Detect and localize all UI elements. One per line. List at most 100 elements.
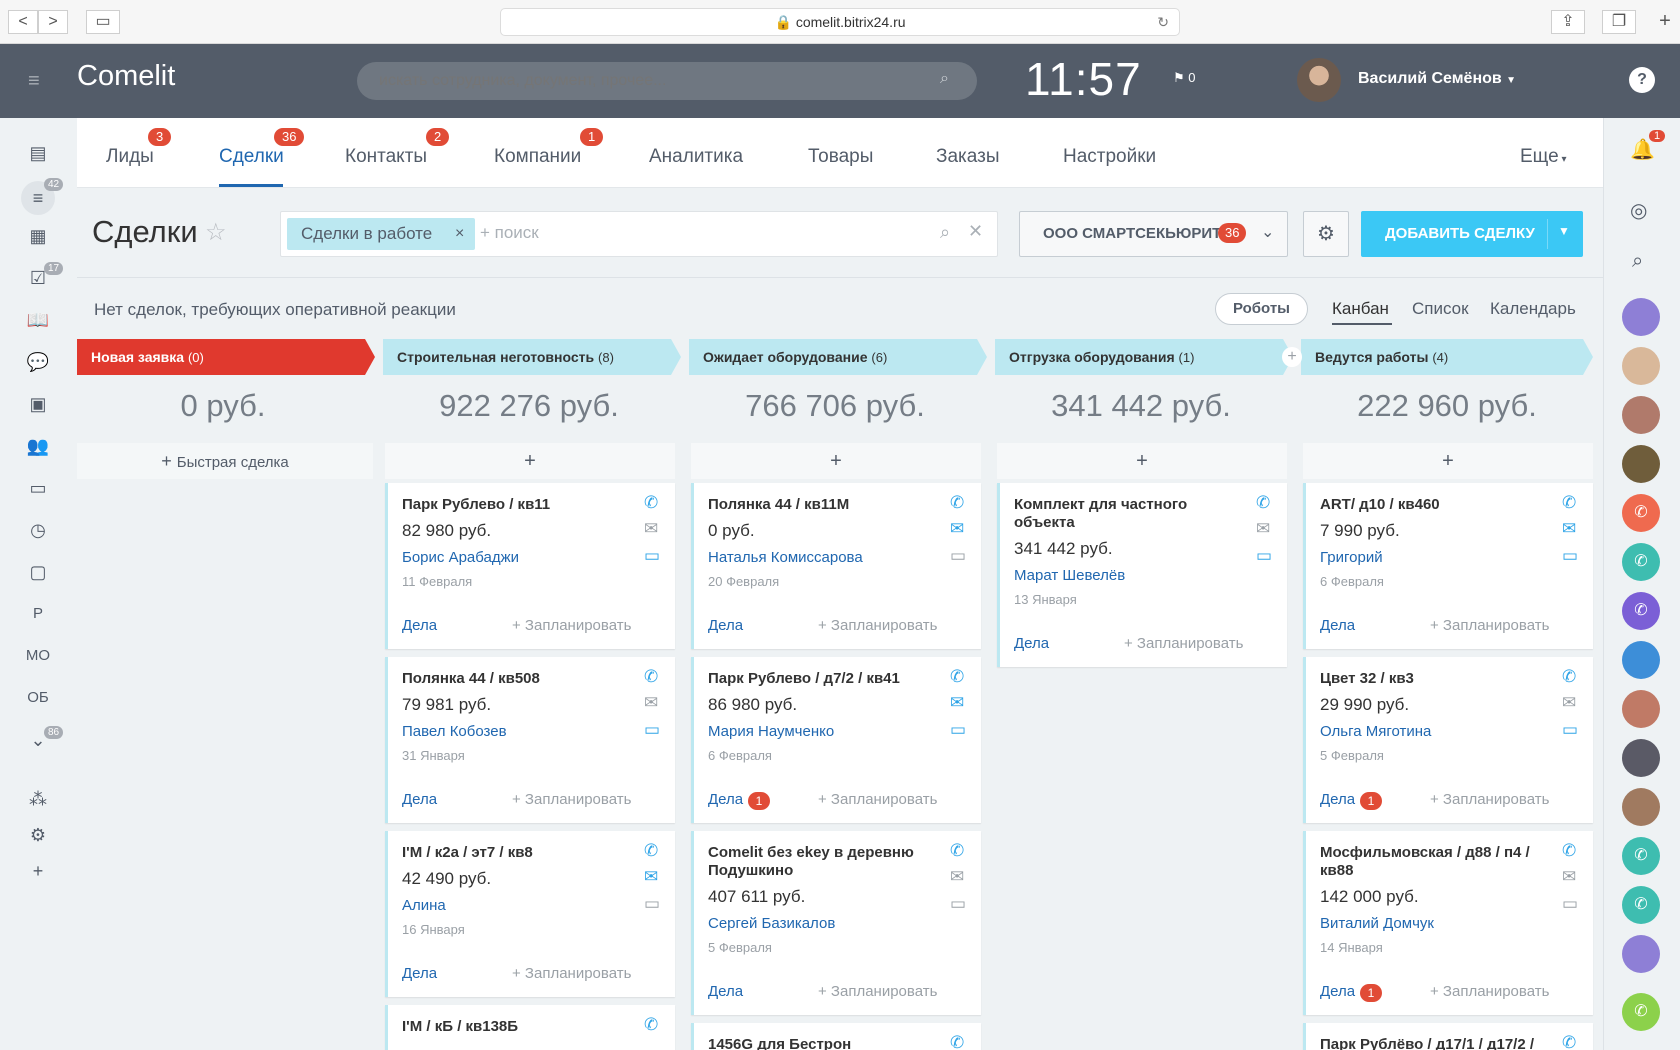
gear-icon[interactable]: ⚙ — [1303, 211, 1349, 257]
sidebar-item-mo[interactable]: МО — [22, 642, 54, 670]
add-column-icon[interactable]: + — [1282, 347, 1302, 367]
card-title[interactable]: I'M / кБ / кв138Б — [402, 1018, 622, 1036]
card-contact[interactable]: Алина — [402, 897, 446, 914]
employees-icon[interactable]: 👥 — [22, 432, 54, 460]
chat-icon[interactable]: ▭ — [1256, 546, 1272, 566]
search-icon[interactable]: ⌕ — [940, 70, 949, 88]
deal-card[interactable]: 1456G для Бестрон ✆ — [691, 1023, 981, 1050]
help-icon[interactable]: ? — [1629, 67, 1655, 93]
chat-icon[interactable]: ▭ — [644, 894, 660, 914]
add-card-button[interactable]: + — [385, 443, 675, 479]
tab-deals[interactable]: Сделки — [219, 146, 284, 168]
tab-analytics[interactable]: Аналитика — [649, 146, 743, 168]
deal-card[interactable]: Комплект для частного объекта ✆ 341 442 ру… — [997, 483, 1287, 667]
deal-card[interactable]: Цвет 32 / кв3 ✆ 29 990 руб. Ольга Мяготина 5… — [1303, 657, 1593, 823]
card-deals-link[interactable]: Дела — [708, 983, 743, 1000]
flag-counter[interactable]: ⚑ 0 — [1173, 70, 1196, 86]
card-plan-link[interactable]: + Запланировать — [818, 617, 937, 634]
phone-icon[interactable]: ✆ — [644, 1015, 658, 1035]
deal-card[interactable]: ART/ д10 / кв460 ✆ 7 990 руб. Григорий 6 Фев… — [1303, 483, 1593, 649]
tab-companies[interactable]: Компании — [494, 146, 581, 168]
card-title[interactable]: Парк Рублёво / д17/1 / д17/2 / — [1320, 1036, 1540, 1050]
card-plan-link[interactable]: + Запланировать — [1430, 617, 1549, 634]
card-contact[interactable]: Сергей Базикалов — [708, 915, 835, 932]
card-deals-link[interactable]: Дела — [402, 965, 437, 982]
phone-icon[interactable]: ✆ — [1622, 837, 1660, 875]
tab-products[interactable]: Товары — [808, 146, 873, 168]
avatar[interactable] — [1297, 58, 1341, 102]
mail-icon[interactable]: ✉ — [644, 519, 658, 539]
drive-icon[interactable]: ▭ — [22, 474, 54, 502]
chevron-down-icon[interactable]: ⌄ — [1261, 222, 1274, 242]
deal-card[interactable]: Comelit без ekey в деревню Подушкино ✆ 407… — [691, 831, 981, 1015]
structure-icon[interactable]: ⁂ — [22, 785, 54, 813]
tab-orders[interactable]: Заказы — [936, 146, 1000, 168]
column-header[interactable]: Ожидает оборудование (6) — [689, 339, 987, 375]
card-contact[interactable]: Павел Кобозев — [402, 723, 507, 740]
avatar[interactable] — [1622, 739, 1660, 777]
tab-contacts[interactable]: Контакты — [345, 146, 427, 168]
deal-card[interactable]: I'M / кБ / кв138Б ✆ — [385, 1005, 675, 1050]
card-title[interactable]: Комплект для частного объекта — [1014, 496, 1234, 532]
view-list[interactable]: Список — [1412, 299, 1469, 319]
avatar[interactable] — [1622, 445, 1660, 483]
filter-search-input[interactable]: + поиск — [480, 223, 539, 243]
card-plan-link[interactable]: + Запланировать — [818, 983, 937, 1000]
phone-icon[interactable]: ✆ — [1622, 993, 1660, 1031]
sites-icon[interactable]: ▢ — [22, 558, 54, 586]
add-card-button[interactable]: + — [1303, 443, 1593, 479]
card-plan-link[interactable]: + Запланировать — [512, 617, 631, 634]
back-button[interactable]: < — [8, 10, 38, 34]
avatar[interactable] — [1622, 641, 1660, 679]
column-header[interactable]: Отгрузка оборудования (1) — [995, 339, 1293, 375]
avatar[interactable] — [1622, 935, 1660, 973]
chevron-down-icon[interactable]: ▼ — [1558, 224, 1570, 238]
phone-icon[interactable]: ✆ — [950, 841, 964, 861]
clear-icon[interactable]: ✕ — [968, 221, 983, 242]
search-icon[interactable]: ⌕ — [940, 222, 950, 243]
view-kanban[interactable]: Канбан — [1332, 299, 1389, 319]
card-plan-link[interactable]: + Запланировать — [1430, 983, 1549, 1000]
add-card-button[interactable]: + — [691, 443, 981, 479]
card-title[interactable]: Парк Рублево / кв11 — [402, 496, 622, 514]
phone-icon[interactable]: ✆ — [644, 493, 658, 513]
avatar[interactable] — [1622, 347, 1660, 385]
filter-chip[interactable]: Сделки в работе — [287, 218, 475, 250]
avatar[interactable] — [1622, 788, 1660, 826]
column-header[interactable]: Строительная неготовность (8) — [383, 339, 681, 375]
card-plan-link[interactable]: + Запланировать — [512, 965, 631, 982]
card-plan-link[interactable]: + Запланировать — [1124, 635, 1243, 652]
add-card-button[interactable]: + — [997, 443, 1287, 479]
card-deals-link[interactable]: Дела — [1014, 635, 1049, 652]
column-header[interactable]: Ведутся работы (4) — [1301, 339, 1593, 375]
deal-card[interactable]: Парк Рублево / д7/2 / кв41 ✆ 86 980 руб. Ма… — [691, 657, 981, 823]
chat-icon[interactable]: ▭ — [950, 720, 966, 740]
card-contact[interactable]: Наталья Комиссарова — [708, 549, 863, 566]
menu-icon[interactable]: ≡ — [28, 70, 40, 93]
mail-icon[interactable]: ✉ — [644, 867, 658, 887]
avatar[interactable] — [1622, 396, 1660, 434]
phone-icon[interactable]: ✆ — [644, 841, 658, 861]
sidebar-item-ob[interactable]: ОБ — [22, 684, 54, 712]
card-contact[interactable]: Марат Шевелёв — [1014, 567, 1125, 584]
phone-icon[interactable]: ✆ — [1562, 667, 1576, 687]
deal-card[interactable]: Полянка 44 / кв11М ✆ 0 руб. Наталья Комисса… — [691, 483, 981, 649]
card-title[interactable]: Цвет 32 / кв3 — [1320, 670, 1540, 688]
messages-icon[interactable]: ◎ — [1630, 198, 1647, 223]
card-title[interactable]: Полянка 44 / кв508 — [402, 670, 622, 688]
add-deal-button[interactable]: ДОБАВИТЬ СДЕЛКУ — [1361, 211, 1583, 257]
company-selector[interactable]: ООО СМАРТСЕКЬЮРИТИ — [1019, 211, 1288, 257]
chat-icon[interactable]: ▭ — [950, 894, 966, 914]
tabs-icon[interactable]: ❐ — [1602, 10, 1636, 34]
deal-card[interactable]: I'M / к2а / эт7 / кв8 ✆ 42 490 руб. Алина 16… — [385, 831, 675, 997]
chat-icon[interactable]: 💬 — [22, 348, 54, 376]
logo[interactable]: Comelit — [77, 60, 175, 93]
column-header[interactable]: Новая заявка (0) — [77, 339, 375, 375]
phone-icon[interactable]: ✆ — [1562, 841, 1576, 861]
card-deals-link[interactable]: Дела — [1320, 983, 1355, 1000]
sidebar-toggle-icon[interactable]: ▭ — [86, 10, 120, 34]
clock[interactable]: 11:57 — [1025, 52, 1142, 106]
phone-icon[interactable]: ✆ — [1622, 543, 1660, 581]
phone-icon[interactable]: ✆ — [1562, 493, 1576, 513]
knowledge-icon[interactable]: 📖 — [22, 306, 54, 334]
